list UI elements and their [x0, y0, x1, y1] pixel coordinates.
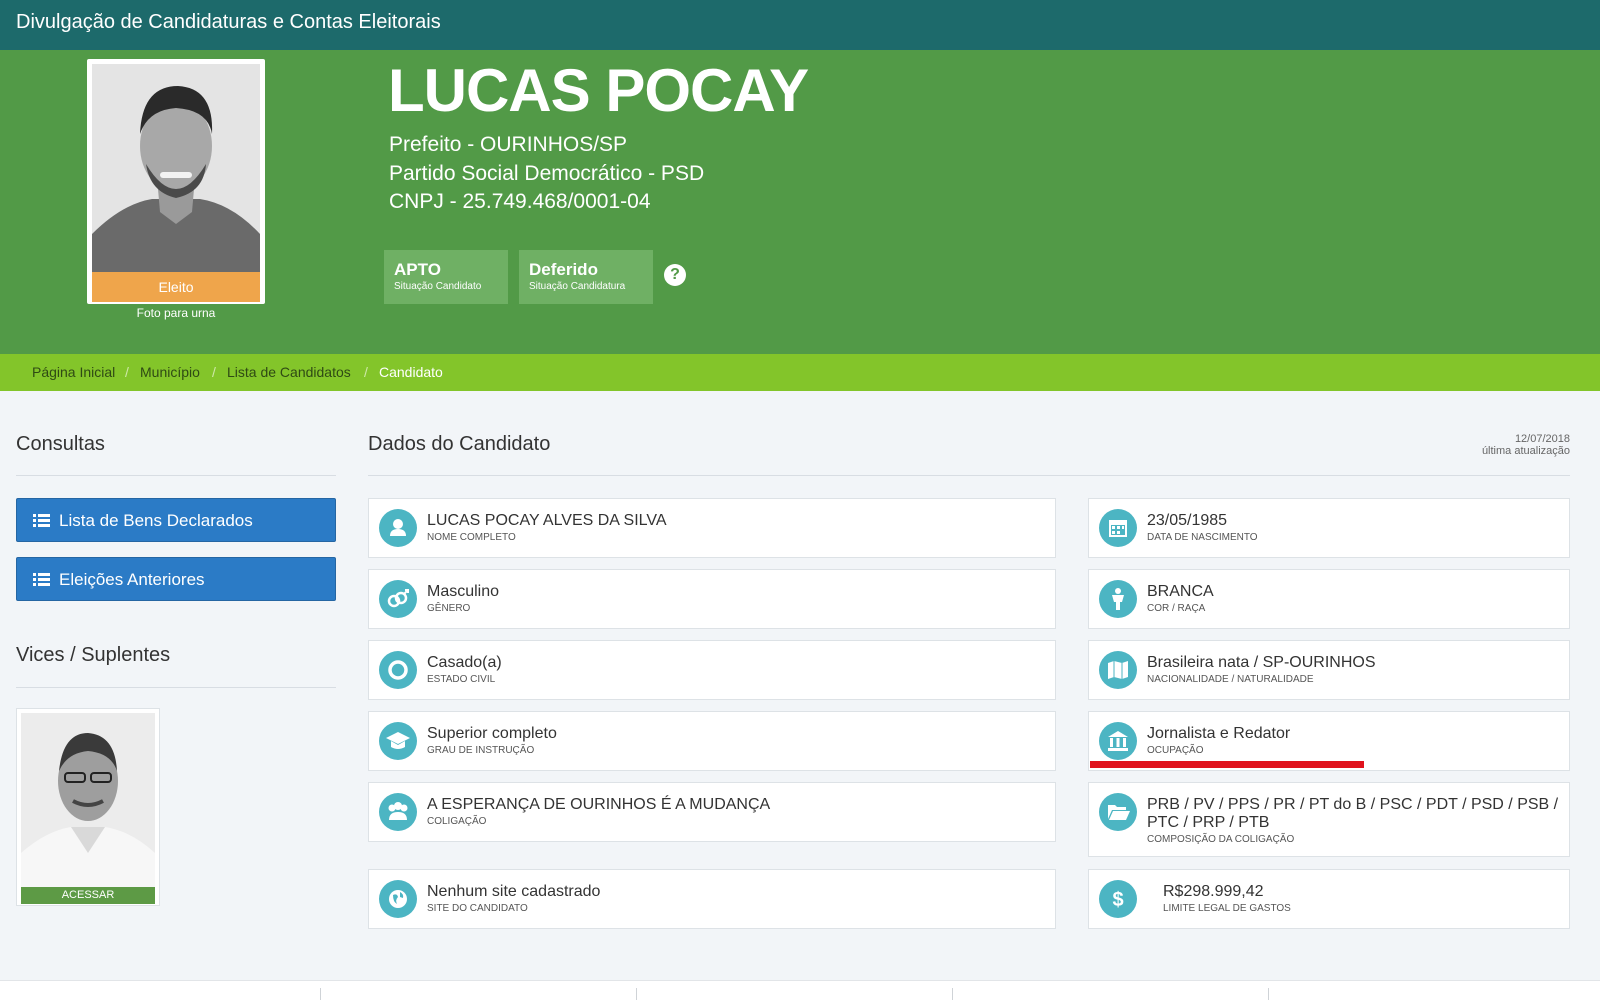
- photo-caption: Foto para urna: [136, 306, 216, 320]
- breadcrumb: Página Inicial / Município / Lista de Ca…: [0, 354, 1600, 391]
- candidate-party: Partido Social Democrático - PSD: [389, 162, 705, 185]
- access-button[interactable]: ACESSAR: [21, 887, 155, 904]
- field-label: SITE DO CANDIDATO: [427, 903, 528, 914]
- breadcrumb-current: Candidato: [379, 364, 443, 380]
- vice-candidate-card[interactable]: ACESSAR: [16, 708, 160, 906]
- candidate-photo-card: Eleito: [87, 59, 265, 304]
- top-bar: Divulgação de Candidaturas e Contas Elei…: [0, 0, 1600, 50]
- dollar-icon: $: [1099, 880, 1137, 918]
- field-value: 23/05/1985: [1147, 512, 1228, 529]
- footer-divider: [1268, 988, 1269, 1000]
- badge-value: APTO: [394, 260, 441, 279]
- candidacy-situation-badge: Deferido Situação Candidatura: [519, 250, 653, 304]
- ring-icon: [379, 651, 417, 689]
- candidate-name: LUCAS POCAY: [388, 57, 809, 124]
- breadcrumb-candidate-list[interactable]: Lista de Candidatos: [227, 364, 351, 380]
- vice-photo: [21, 713, 155, 887]
- map-icon: [1099, 651, 1137, 689]
- field-label: GRAU DE INSTRUÇÃO: [427, 745, 535, 756]
- last-update: 12/07/2018 última atualização: [1482, 433, 1570, 457]
- field-value: PRB / PV / PPS / PR / PT do B / PSC / PD…: [1147, 796, 1559, 813]
- vices-title: Vices / Suplentes: [16, 644, 171, 666]
- candidate-header: Eleito Foto para urna LUCAS POCAY Prefei…: [0, 50, 1600, 354]
- breadcrumb-separator: /: [212, 364, 216, 380]
- field-label: GÊNERO: [427, 603, 471, 614]
- candidate-office: Prefeito - OURINHOS/SP: [389, 133, 628, 156]
- breadcrumb-separator: /: [364, 364, 368, 380]
- candidate-data-title: Dados do Candidato: [368, 433, 551, 455]
- footer: [0, 980, 1600, 1000]
- badge-label: Situação Candidatura: [529, 281, 626, 292]
- graduation-cap-icon: [379, 722, 417, 760]
- highlight-underline: [1090, 761, 1364, 768]
- consultas-title: Consultas: [16, 433, 105, 455]
- divider: [368, 475, 1570, 476]
- field-value: Brasileira nata / SP-OURINHOS: [1147, 654, 1376, 671]
- svg-text:$: $: [1112, 889, 1123, 911]
- badge-label: Situação Candidato: [394, 281, 482, 292]
- breadcrumb-home[interactable]: Página Inicial: [32, 364, 115, 380]
- help-icon[interactable]: ?: [664, 264, 686, 286]
- marital-status-card: Casado(a) ESTADO CIVIL: [368, 640, 1056, 700]
- field-label: COR / RAÇA: [1147, 603, 1206, 614]
- coalition-composition-card: PRB / PV / PPS / PR / PT do B / PSC / PD…: [1088, 782, 1570, 857]
- field-value-continued: PTC / PRP / PTB: [1147, 814, 1270, 831]
- button-label: Lista de Bens Declarados: [59, 511, 253, 530]
- list-icon: [33, 514, 50, 527]
- field-label: ESTADO CIVIL: [427, 674, 496, 685]
- coalition-card: A ESPERANÇA DE OURINHOS É A MUDANÇA COLI…: [368, 782, 1056, 842]
- update-label: última atualização: [1481, 445, 1570, 457]
- field-label: COMPOSIÇÃO DA COLIGAÇÃO: [1147, 834, 1295, 845]
- calendar-icon: [1099, 509, 1137, 547]
- badge-value: Deferido: [529, 260, 598, 279]
- field-value: Nenhum site cadastrado: [427, 883, 601, 900]
- field-value: Casado(a): [427, 654, 502, 671]
- elected-status: Eleito: [92, 272, 260, 302]
- site-title[interactable]: Divulgação de Candidaturas e Contas Elei…: [16, 11, 441, 34]
- education-card: Superior completo GRAU DE INSTRUÇÃO: [368, 711, 1056, 771]
- full-name-card: LUCAS POCAY ALVES DA SILVA NOME COMPLETO: [368, 498, 1056, 558]
- button-label: Eleições Anteriores: [59, 570, 205, 589]
- field-value: Superior completo: [427, 725, 557, 742]
- list-icon: [33, 573, 50, 586]
- field-value: Jornalista e Redator: [1147, 725, 1291, 742]
- field-label: NACIONALIDADE / NATURALIDADE: [1147, 674, 1314, 685]
- footer-divider: [320, 988, 321, 1000]
- spending-limit-card: $ R$298.999,42 LIMITE LEGAL DE GASTOS: [1088, 869, 1570, 929]
- website-card: Nenhum site cadastrado SITE DO CANDIDATO: [368, 869, 1056, 929]
- assets-list-button[interactable]: Lista de Bens Declarados: [16, 498, 336, 542]
- group-icon: [379, 793, 417, 831]
- field-value: A ESPERANÇA DE OURINHOS É A MUDANÇA: [427, 796, 771, 813]
- race-card: BRANCA COR / RAÇA: [1088, 569, 1570, 629]
- institution-icon: [1099, 722, 1137, 760]
- footer-divider: [952, 988, 953, 1000]
- field-label: LIMITE LEGAL DE GASTOS: [1163, 903, 1291, 914]
- breadcrumb-separator: /: [125, 364, 129, 380]
- divider: [16, 687, 336, 688]
- footer-divider: [636, 988, 637, 1000]
- globe-icon: [379, 880, 417, 918]
- person-icon: [1099, 580, 1137, 618]
- user-icon: [379, 509, 417, 547]
- divider: [16, 475, 336, 476]
- candidate-cnpj: CNPJ - 25.749.468/0001-04: [389, 190, 651, 213]
- previous-elections-button[interactable]: Eleições Anteriores: [16, 557, 336, 601]
- candidate-situation-badge: APTO Situação Candidato: [384, 250, 508, 304]
- field-label: NOME COMPLETO: [427, 532, 516, 543]
- field-value: BRANCA: [1147, 583, 1214, 600]
- field-label: DATA DE NASCIMENTO: [1147, 532, 1258, 543]
- breadcrumb-municipio[interactable]: Município: [140, 364, 200, 380]
- field-value: R$298.999,42: [1163, 883, 1264, 900]
- field-value: LUCAS POCAY ALVES DA SILVA: [427, 512, 667, 529]
- field-value: Masculino: [427, 583, 500, 600]
- gender-card: Masculino GÊNERO: [368, 569, 1056, 629]
- birth-date-card: 23/05/1985 DATA DE NASCIMENTO: [1088, 498, 1570, 558]
- field-label: COLIGAÇÃO: [427, 816, 487, 827]
- field-label: OCUPAÇÃO: [1147, 745, 1204, 756]
- nationality-card: Brasileira nata / SP-OURINHOS NACIONALID…: [1088, 640, 1570, 700]
- update-date: 12/07/2018: [1514, 433, 1570, 445]
- gender-icon: [379, 580, 417, 618]
- candidate-photo: [92, 64, 260, 272]
- folder-open-icon: [1099, 793, 1137, 831]
